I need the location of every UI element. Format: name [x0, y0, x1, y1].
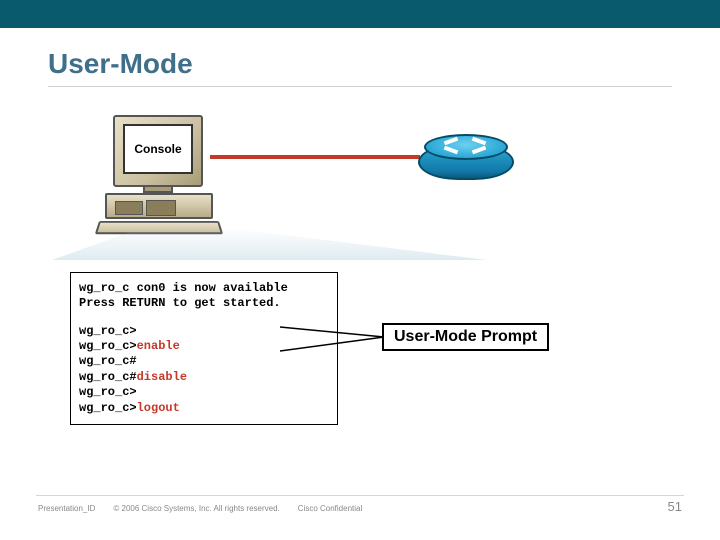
- terminal-line: Press RETURN to get started.: [79, 296, 329, 311]
- terminal-line: wg_ro_c con0 is now available: [79, 281, 329, 296]
- terminal-line: wg_ro_c>logout: [79, 401, 329, 416]
- console-cable: [210, 155, 420, 159]
- user-mode-prompt-callout: User-Mode Prompt: [382, 323, 549, 351]
- confidential-text: Cisco Confidential: [298, 504, 362, 513]
- router-arrows-icon: [442, 136, 492, 156]
- terminal-line: wg_ro_c>: [79, 385, 329, 400]
- header-bar: [0, 0, 720, 28]
- footer-divider: [36, 495, 684, 496]
- cpu-box: [105, 193, 213, 219]
- console-label: Console: [123, 124, 193, 174]
- copyright-text: © 2006 Cisco Systems, Inc. All rights re…: [113, 504, 279, 513]
- cisco-router-icon: [418, 120, 514, 182]
- page-number: 51: [668, 499, 682, 514]
- terminal-gap: [79, 312, 329, 324]
- presentation-id: Presentation_ID: [38, 504, 95, 513]
- monitor-icon: Console: [113, 115, 203, 187]
- slide-footer: Presentation_ID © 2006 Cisco Systems, In…: [38, 499, 682, 514]
- slide-title: User-Mode: [48, 48, 193, 80]
- title-underline: [48, 86, 672, 87]
- desktop-computer-icon: Console: [95, 115, 225, 235]
- terminal-line: wg_ro_c#disable: [79, 370, 329, 385]
- spotlight-beam: [52, 230, 692, 260]
